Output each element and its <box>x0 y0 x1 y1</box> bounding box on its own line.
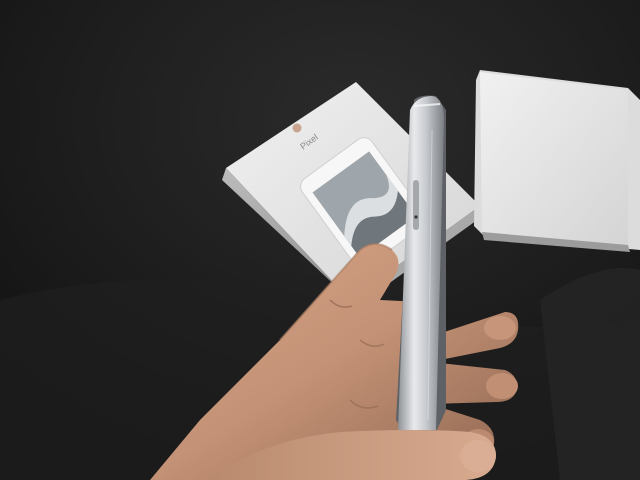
mic-hole-icon <box>414 215 418 219</box>
google-g-icon <box>292 123 302 133</box>
photo-scene: Pixel <box>0 0 640 480</box>
fingertip <box>486 373 518 399</box>
photo-illustration: Pixel <box>0 0 640 480</box>
thumbnail <box>460 440 496 472</box>
product-box-right <box>474 70 640 252</box>
side-button <box>413 180 419 230</box>
fingertip <box>484 316 516 340</box>
